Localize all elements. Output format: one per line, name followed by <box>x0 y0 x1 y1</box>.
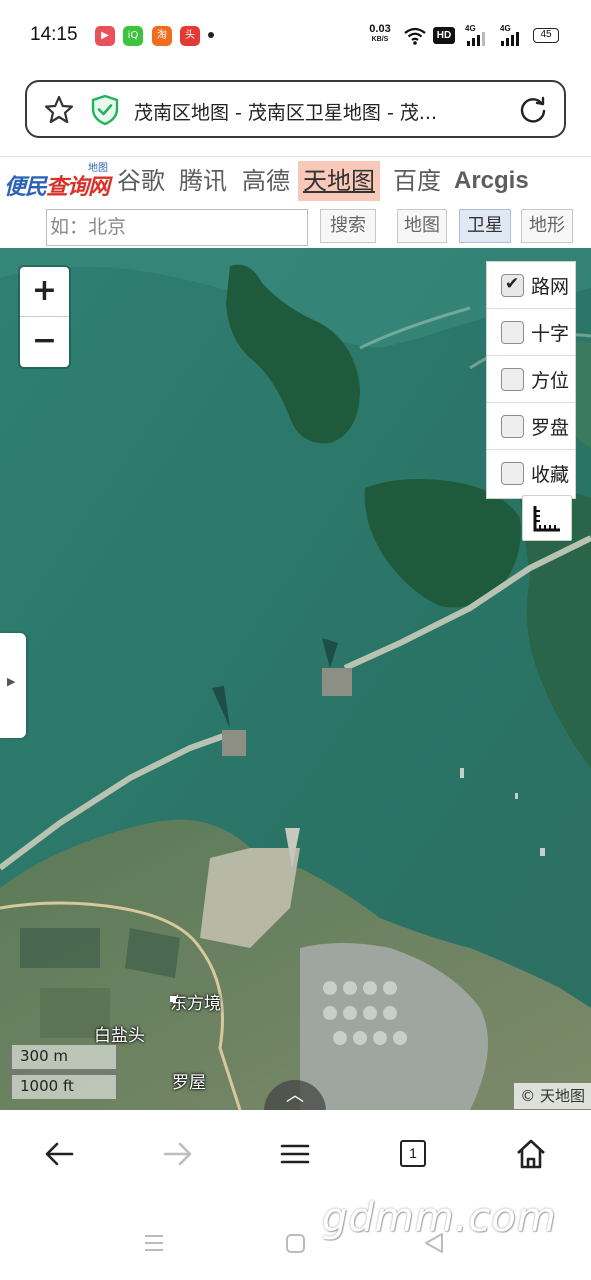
net-speed: 0.03 KB/S <box>365 24 395 44</box>
map-type-satellite[interactable]: 卫星 <box>459 209 511 243</box>
provider-arcgis[interactable]: Arcgis <box>454 161 529 201</box>
favorites-checkbox[interactable] <box>501 462 524 485</box>
wifi-icon <box>404 27 426 45</box>
place-label-dongfangjing: 东方境 <box>170 994 221 1014</box>
logo-text-red: 查询网 <box>46 175 110 200</box>
layer-roads[interactable]: 路网 <box>487 262 575 309</box>
map-type-terrain[interactable]: 地形 <box>521 209 573 243</box>
layer-roads-label: 路网 <box>531 276 570 298</box>
layer-compass-label: 罗盘 <box>531 417 570 439</box>
status-bar: 14:15 ▶ iQ 淘 头 0.03 KB/S HD 4G 4G 45 <box>0 0 591 70</box>
satellite-map[interactable]: + − 路网 十字 方位 罗盘 收藏 <box>0 248 591 1110</box>
zoom-control: + − <box>20 267 69 367</box>
layer-favorites[interactable]: 收藏 <box>487 450 575 497</box>
status-time: 14:15 <box>30 24 78 45</box>
place-marker-icon <box>170 996 176 1002</box>
layer-crosshair[interactable]: 十字 <box>487 309 575 356</box>
forward-arrow-icon[interactable] <box>159 1136 195 1172</box>
signal-sim1-icon <box>467 32 485 46</box>
compass-checkbox[interactable] <box>501 415 524 438</box>
map-attribution[interactable]: © 天地图 <box>514 1083 591 1109</box>
net-speed-unit: KB/S <box>371 36 389 43</box>
layer-orientation[interactable]: 方位 <box>487 356 575 403</box>
signal-sim2-icon <box>501 32 519 46</box>
hd-badge: HD <box>433 27 455 44</box>
zoom-out-button[interactable]: − <box>20 317 69 367</box>
chevron-up-icon: ︿ <box>286 1085 304 1106</box>
orientation-checkbox[interactable] <box>501 368 524 391</box>
layer-panel: 路网 十字 方位 罗盘 收藏 <box>486 261 576 499</box>
home-button-icon[interactable] <box>285 1233 307 1255</box>
scale-imperial: 1000 ft <box>10 1073 118 1099</box>
site-header: 地图 便民查询网 谷歌 腾讯 高德 天地图 百度 Arcgis 如：北京 搜索 … <box>0 156 591 248</box>
recent-apps-icon[interactable] <box>143 1233 165 1253</box>
home-icon[interactable] <box>513 1136 549 1172</box>
layer-orientation-label: 方位 <box>531 370 570 392</box>
toutiao-app-icon: 头 <box>180 26 200 46</box>
layer-compass[interactable]: 罗盘 <box>487 403 575 450</box>
zoom-in-button[interactable]: + <box>20 267 69 317</box>
menu-icon[interactable] <box>277 1136 313 1172</box>
security-shield-icon[interactable] <box>91 94 119 126</box>
search-input[interactable]: 如：北京 <box>46 209 308 246</box>
page-title[interactable]: 茂南区地图 - 茂南区卫星地图 - 茂... <box>134 98 504 125</box>
place-label-baiyantou: 白盐头 <box>94 1026 145 1046</box>
notification-dot-icon <box>208 32 214 38</box>
watermark-text: gdmm.com <box>322 1195 557 1241</box>
roads-checkbox[interactable] <box>501 274 524 297</box>
bookmark-star-icon[interactable] <box>43 94 75 126</box>
search-button[interactable]: 搜索 <box>320 209 376 243</box>
taobao-app-icon: 淘 <box>152 26 172 46</box>
provider-tianditu[interactable]: 天地图 <box>298 161 380 201</box>
provider-google[interactable]: 谷歌 <box>117 161 165 201</box>
battery-icon: 45 <box>533 28 559 43</box>
layer-favorites-label: 收藏 <box>531 464 570 486</box>
crosshair-checkbox[interactable] <box>501 321 524 344</box>
iqiyi-app-icon: iQ <box>123 26 143 46</box>
ruler-icon <box>533 506 560 532</box>
back-arrow-icon[interactable] <box>42 1136 78 1172</box>
tabs-count-button[interactable]: 1 <box>400 1140 426 1167</box>
net-speed-value: 0.03 <box>369 23 391 35</box>
side-drawer-handle[interactable]: ▶ <box>0 633 26 738</box>
layer-crosshair-label: 十字 <box>531 323 570 345</box>
place-label-luowu: 罗屋 <box>172 1073 206 1093</box>
video-app-icon: ▶ <box>95 26 115 46</box>
map-type-map[interactable]: 地图 <box>397 209 447 243</box>
reload-icon[interactable] <box>518 95 548 125</box>
logo-text: 便民查询网 <box>4 169 110 201</box>
measure-ruler-button[interactable] <box>522 495 572 541</box>
provider-tencent[interactable]: 腾讯 <box>179 161 227 201</box>
scale-metric: 300 m <box>10 1045 118 1071</box>
address-bar[interactable]: 茂南区地图 - 茂南区卫星地图 - 茂... <box>25 80 566 138</box>
chevron-right-icon: ▶ <box>7 675 16 688</box>
browser-toolbar: 1 <box>0 1110 591 1198</box>
provider-baidu[interactable]: 百度 <box>393 161 441 201</box>
logo-text-blue: 便民 <box>4 175 47 200</box>
provider-gaode[interactable]: 高德 <box>242 161 290 201</box>
site-logo[interactable]: 地图 便民查询网 <box>4 159 112 205</box>
